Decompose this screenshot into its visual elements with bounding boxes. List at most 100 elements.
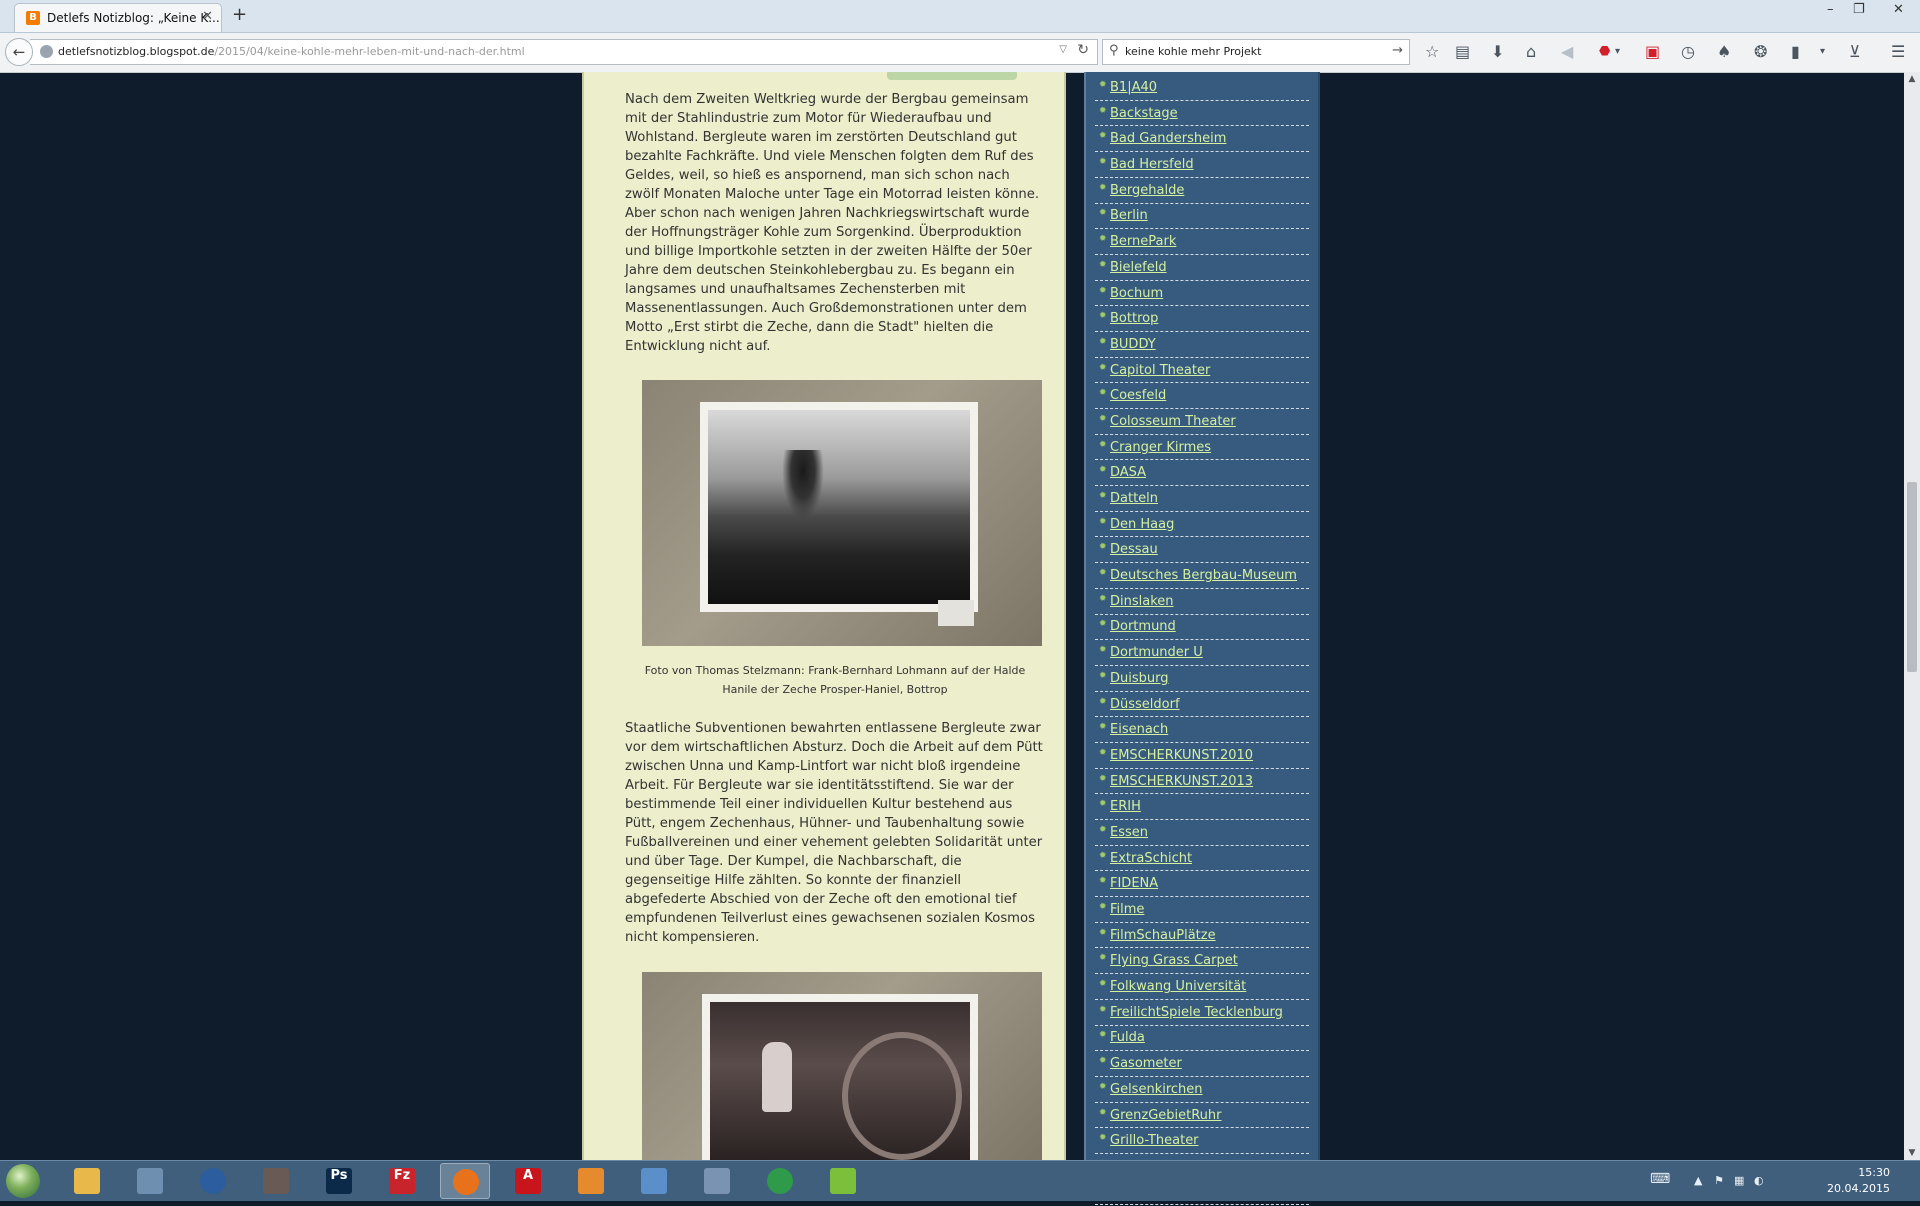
adblock-icon[interactable]: ⬣ xyxy=(1599,42,1610,62)
url-bar[interactable]: detlefsnotizblog.blogspot.de/2015/04/kei… xyxy=(30,39,1098,65)
bird-icon[interactable]: ♠ xyxy=(1717,42,1731,62)
keyboard-icon[interactable]: ⌨ xyxy=(1650,1171,1670,1187)
taskbar-app-file-explorer[interactable] xyxy=(62,1163,112,1199)
bullet-icon: ✹ xyxy=(1099,259,1107,270)
label-link[interactable]: Dinslaken xyxy=(1110,594,1174,609)
search-bar[interactable]: ⚲ keine kohle mehr Projekt → xyxy=(1102,39,1410,65)
chevron-down-icon[interactable]: ▽ xyxy=(1059,44,1067,55)
label-link[interactable]: EMSCHERKUNST.2010 xyxy=(1110,748,1253,763)
label-link[interactable]: Folkwang Universität xyxy=(1110,979,1246,994)
arrow-right-icon[interactable]: → xyxy=(1392,43,1403,58)
label-link[interactable]: Datteln xyxy=(1110,491,1158,506)
taskbar-app-chrome[interactable] xyxy=(755,1163,805,1199)
post-paragraph: Staatliche Subventionen bewahrten entlas… xyxy=(625,721,1043,945)
label-link[interactable]: GrenzGebietRuhr xyxy=(1110,1108,1222,1123)
pdf-icon[interactable]: ▣ xyxy=(1645,42,1660,62)
window-close-icon[interactable]: ✕ xyxy=(1893,2,1904,17)
scroll-thumb[interactable] xyxy=(1907,482,1917,672)
taskbar-app-app-bird[interactable] xyxy=(251,1163,301,1199)
taskbar-app-firefox[interactable] xyxy=(440,1163,490,1199)
reload-icon[interactable]: ↻ xyxy=(1077,42,1089,58)
label-link[interactable]: BUDDY xyxy=(1110,337,1156,352)
label-link[interactable]: Den Haag xyxy=(1110,517,1174,532)
taskbar-app-app-eye[interactable] xyxy=(566,1163,616,1199)
label-link[interactable]: Duisburg xyxy=(1110,671,1169,686)
label-link[interactable]: Dortmund xyxy=(1110,619,1176,634)
label-link[interactable]: EMSCHERKUNST.2013 xyxy=(1110,774,1253,789)
taskbar-app-acrobat[interactable]: A xyxy=(503,1163,553,1199)
clipboard-icon[interactable]: ▮ xyxy=(1791,42,1800,62)
taskbar-app-calculator[interactable] xyxy=(125,1163,175,1199)
label-link[interactable]: Bielefeld xyxy=(1110,260,1167,275)
chevron-up-icon[interactable]: ▲ xyxy=(1904,74,1920,84)
taskbar-app-paint[interactable] xyxy=(629,1163,679,1199)
label-link[interactable]: BernePark xyxy=(1110,234,1176,249)
url-text[interactable]: detlefsnotizblog.blogspot.de/2015/04/kei… xyxy=(58,45,525,58)
menu-icon[interactable]: ☰ xyxy=(1891,42,1905,62)
label-link[interactable]: Berlin xyxy=(1110,208,1148,223)
label-link[interactable]: Bergehalde xyxy=(1110,183,1184,198)
new-tab-button[interactable]: + xyxy=(232,4,247,25)
label-link[interactable]: Essen xyxy=(1110,825,1148,840)
scrollbar[interactable]: ▲ ▼ xyxy=(1904,72,1920,1160)
label-link[interactable]: Capitol Theater xyxy=(1110,363,1210,378)
label-link[interactable]: Bochum xyxy=(1110,286,1163,301)
extension-icon[interactable]: ❂ xyxy=(1754,42,1767,62)
browser-tab[interactable]: B Detlefs Notizblog: „Keine K... ✕ xyxy=(14,3,222,32)
taskbar-app-thunderbird[interactable] xyxy=(188,1163,238,1199)
network-icon[interactable]: ▦ xyxy=(1734,1174,1744,1187)
search-input[interactable]: keine kohle mehr Projekt xyxy=(1125,45,1261,58)
label-link[interactable]: DASA xyxy=(1110,465,1146,480)
minimize-icon[interactable]: – xyxy=(1827,2,1834,17)
chevron-up-icon[interactable]: ▲ xyxy=(1694,1174,1702,1187)
chevron-down-icon[interactable]: ▼ xyxy=(1904,1148,1920,1158)
label-link[interactable]: Deutsches Bergbau-Museum xyxy=(1110,568,1297,583)
label-link[interactable]: Cranger Kirmes xyxy=(1110,440,1211,455)
taskbar-app-photoshop[interactable]: Ps xyxy=(314,1163,364,1199)
clock-time[interactable]: 15:30 xyxy=(1858,1166,1890,1179)
label-link[interactable]: Grillo-Theater xyxy=(1110,1133,1199,1148)
flag-icon[interactable]: ⚑ xyxy=(1714,1174,1724,1187)
start-button[interactable] xyxy=(6,1164,40,1198)
volume-icon[interactable]: ◐ xyxy=(1754,1174,1764,1187)
chevron-down-icon[interactable]: ▾ xyxy=(1820,42,1825,62)
taskbar-app-app-tools[interactable] xyxy=(692,1163,742,1199)
restore-icon[interactable]: ❐ xyxy=(1853,2,1865,17)
label-link[interactable]: Eisenach xyxy=(1110,722,1168,737)
star-icon[interactable]: ☆ xyxy=(1425,42,1439,62)
taskbar-app-filezilla[interactable]: Fz xyxy=(377,1163,427,1199)
label-link[interactable]: Bad Hersfeld xyxy=(1110,157,1194,172)
label-link[interactable]: Bad Gandersheim xyxy=(1110,131,1226,146)
taskbar-app-app-green[interactable] xyxy=(818,1163,868,1199)
file-explorer-icon xyxy=(74,1168,100,1194)
label-link[interactable]: Colosseum Theater xyxy=(1110,414,1236,429)
chevron-down-icon[interactable]: ▾ xyxy=(1615,42,1620,62)
download-icon[interactable]: ⬇ xyxy=(1491,42,1504,62)
reader-list-icon[interactable]: ▤ xyxy=(1455,42,1470,62)
label-link[interactable]: Düsseldorf xyxy=(1110,697,1180,712)
label-link[interactable]: FreilichtSpiele Tecklenburg xyxy=(1110,1005,1283,1020)
label-link[interactable]: B1|A40 xyxy=(1110,80,1157,95)
label-link[interactable]: Dortmunder U xyxy=(1110,645,1203,660)
label-link[interactable]: Fulda xyxy=(1110,1030,1145,1045)
label-link[interactable]: Backstage xyxy=(1110,106,1178,121)
history-icon[interactable]: ◷ xyxy=(1681,42,1695,62)
label-link[interactable]: Gasometer xyxy=(1110,1056,1182,1071)
send-icon[interactable]: ◀ xyxy=(1561,42,1573,62)
home-icon[interactable]: ⌂ xyxy=(1526,42,1536,62)
label-link[interactable]: Flying Grass Carpet xyxy=(1110,953,1238,968)
clock-date[interactable]: 20.04.2015 xyxy=(1827,1182,1890,1195)
label-link[interactable]: ERIH xyxy=(1110,799,1141,814)
label-link[interactable]: Bottrop xyxy=(1110,311,1158,326)
back-button[interactable]: ← xyxy=(5,38,33,66)
label-link[interactable]: FIDENA xyxy=(1110,876,1158,891)
label-link[interactable]: FilmSchauPlätze xyxy=(1110,928,1216,943)
label-link[interactable]: Gelsenkirchen xyxy=(1110,1082,1203,1097)
label-link[interactable]: ExtraSchicht xyxy=(1110,851,1192,866)
label-list-item: ✹ Berlin xyxy=(1095,204,1309,230)
label-link[interactable]: Coesfeld xyxy=(1110,388,1166,403)
downloads-panel-icon[interactable]: ⊻ xyxy=(1849,42,1861,62)
close-icon[interactable]: ✕ xyxy=(202,9,213,24)
label-link[interactable]: Dessau xyxy=(1110,542,1158,557)
label-link[interactable]: Filme xyxy=(1110,902,1144,917)
